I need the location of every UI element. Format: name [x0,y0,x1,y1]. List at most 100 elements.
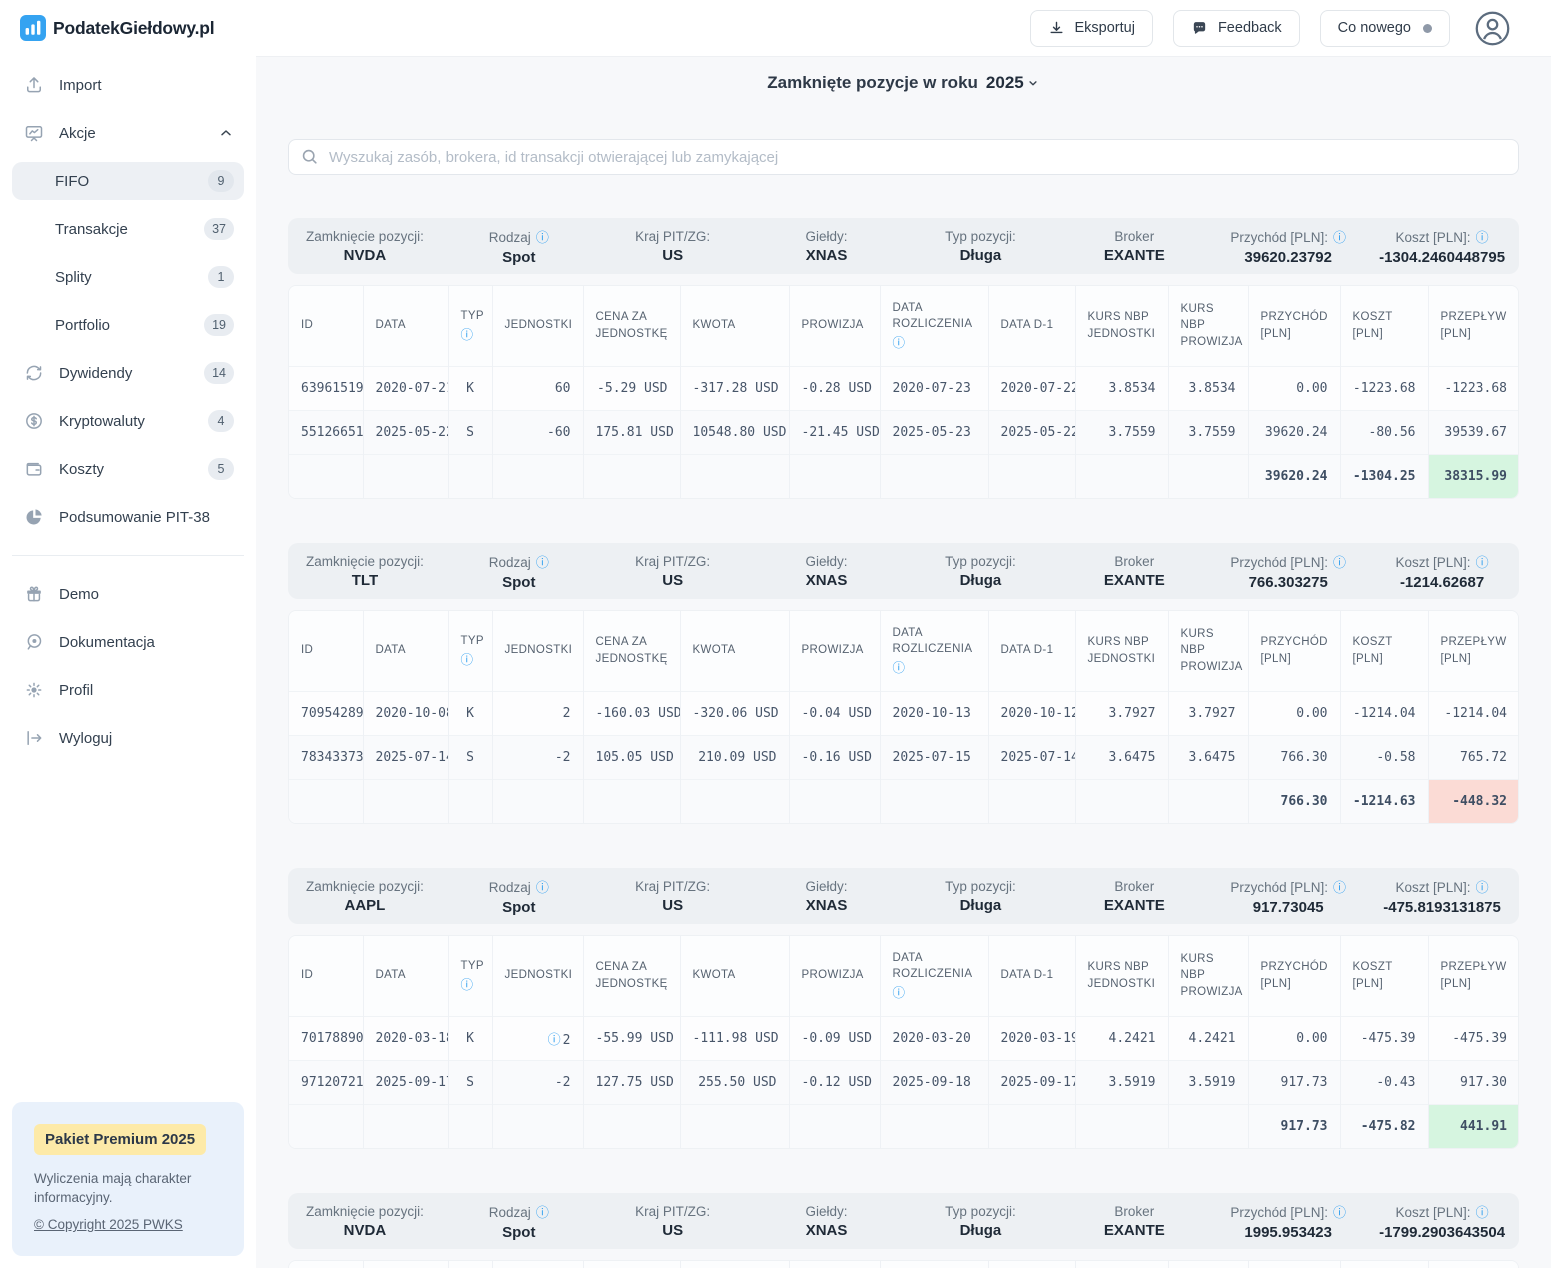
sidebar-item-transakcje[interactable]: Transakcje37 [0,205,256,253]
sidebar-item-label: Koszty [59,461,104,478]
info-icon[interactable]: ⓘ [548,1033,561,1048]
total-cell: 766.30 [1248,779,1340,823]
year-select[interactable]: 2025 [986,73,1040,93]
sidebar-item-akcje[interactable]: Akcje [0,109,256,157]
info-icon[interactable]: ⓘ [893,659,976,677]
total-cell [289,454,363,498]
info-icon[interactable]: ⓘ [536,880,549,895]
meta-label: Przychód [PLN]:ⓘ [1211,552,1365,571]
meta-label: Koszt [PLN]:ⓘ [1365,877,1519,896]
column-header: PRZYCHÓD [PLN] [1248,286,1340,366]
sidebar-item-portfolio[interactable]: Portfolio19 [0,301,256,349]
total-cell: 917.73 [1248,1104,1340,1148]
whats-new-button[interactable]: Co nowego [1320,10,1450,47]
meta-value: EXANTE [1057,1222,1211,1239]
meta-broker: BrokerEXANTE [1057,554,1211,589]
meta-koszt: Koszt [PLN]:ⓘ-1214.62687 [1365,552,1519,591]
total-cell: -1214.63 [1340,779,1428,823]
wallet-icon [24,459,44,479]
info-icon[interactable]: ⓘ [461,651,480,669]
sidebar-item-profil[interactable]: Profil [0,666,256,714]
sidebar-item-wyloguj[interactable]: Wyloguj [0,714,256,762]
meta-label: Giełdy: [750,1204,904,1219]
total-row: 39620.24-1304.2538315.99 [289,454,1519,498]
info-icon[interactable]: ⓘ [1476,1205,1489,1220]
column-header: KURS NBP PROWIZJA [1168,611,1248,691]
info-icon[interactable]: ⓘ [1333,880,1346,895]
cell: 2025-07-15 [880,735,988,779]
total-cell: -475.82 [1340,1104,1428,1148]
total-cell [448,1104,492,1148]
sidebar-item-dokumentacja[interactable]: Dokumentacja [0,618,256,666]
search-input[interactable] [288,139,1519,175]
info-icon[interactable]: ⓘ [1333,1205,1346,1220]
info-icon[interactable]: ⓘ [1476,230,1489,245]
column-header: PRZEPŁYW [PLN] [1428,1261,1519,1268]
info-icon[interactable]: ⓘ [1333,230,1346,245]
position-meta-band: Zamknięcie pozycji:AAPLRodzajⓘSpotKraj P… [288,868,1519,924]
info-icon[interactable]: ⓘ [536,555,549,570]
meta-value: -1799.2903643504 [1365,1224,1519,1241]
column-header: CENA ZA JEDNOSTKĘ [583,936,680,1016]
cell: 70954289 [289,691,363,735]
transactions-table: IDDATATYPⓘJEDNOSTKICENA ZA JEDNOSTKĘKWOT… [288,285,1519,499]
cell: 765.72 [1428,735,1519,779]
info-icon[interactable]: ⓘ [1333,555,1346,570]
sidebar-item-import[interactable]: Import [0,61,256,109]
total-cell: 39620.24 [1248,454,1340,498]
sidebar-item-fifo[interactable]: FIFO9 [12,162,244,200]
copyright-link[interactable]: © Copyright 2025 PWKS [34,1217,183,1232]
cell: ⓘ2 [492,1016,583,1060]
meta-close: Zamknięcie pozycji:NVDA [288,229,442,264]
meta-value: EXANTE [1057,897,1211,914]
cell: 3.7559 [1168,410,1248,454]
sidebar-item-splity[interactable]: Splity1 [0,253,256,301]
info-icon[interactable]: ⓘ [1476,880,1489,895]
sidebar-item-label: Akcje [59,125,96,142]
cell: -5.29 USD [583,366,680,410]
cell: -1223.68 [1428,366,1519,410]
meta-value: Długa [904,247,1058,264]
avatar[interactable] [1474,10,1511,47]
column-header: KURS NBP JEDNOSTKI [1075,1261,1168,1268]
cell: 3.6475 [1168,735,1248,779]
column-header: PROWIZJA [789,611,880,691]
position-meta-band: Zamknięcie pozycji:TLTRodzajⓘSpotKraj PI… [288,543,1519,599]
meta-gieldy: Giełdy:XNAS [750,554,904,589]
premium-box: Pakiet Premium 2025 Wyliczenia mają char… [12,1102,244,1256]
total-row: 766.30-1214.63-448.32 [289,779,1519,823]
cell: 2020-07-23 [880,366,988,410]
sidebar-item-dywidendy[interactable]: Dywidendy14 [0,349,256,397]
sidebar-item-kryptowaluty[interactable]: Kryptowaluty4 [0,397,256,445]
sidebar-item-koszty[interactable]: Koszty5 [0,445,256,493]
meta-value: -1304.2460448795 [1365,249,1519,266]
cell: 63961519 [289,366,363,410]
export-button[interactable]: Eksportuj [1030,10,1153,47]
column-header: DATA D-1 [988,1261,1075,1268]
info-icon[interactable]: ⓘ [461,976,480,994]
column-header: CENA ZA JEDNOSTKĘ [583,286,680,366]
cell: -475.39 [1428,1016,1519,1060]
meta-value: NVDA [288,247,442,264]
feedback-button[interactable]: Feedback [1173,10,1300,47]
sidebar-item-podsumowanie-pit-38[interactable]: Podsumowanie PIT-38 [0,493,256,541]
meta-value: AAPL [288,897,442,914]
count-badge: 4 [208,410,234,432]
info-icon[interactable]: ⓘ [536,1205,549,1220]
meta-kraj: Kraj PIT/ZG:US [596,1204,750,1239]
column-header: DATA D-1 [988,611,1075,691]
premium-badge: Pakiet Premium 2025 [34,1124,206,1155]
cell: -475.39 [1340,1016,1428,1060]
brand[interactable]: PodatekGiełdowy.pl [0,0,256,41]
total-cell [789,779,880,823]
sidebar: PodatekGiełdowy.pl Import Akcje FIFO9 Trans… [0,0,256,1268]
sidebar-item-demo[interactable]: Demo [0,570,256,618]
info-icon[interactable]: ⓘ [461,326,480,344]
meta-value: 917.73045 [1211,899,1365,916]
sidebar-divider [12,555,244,556]
info-icon[interactable]: ⓘ [536,230,549,245]
info-icon[interactable]: ⓘ [893,334,976,352]
info-icon[interactable]: ⓘ [1476,555,1489,570]
sidebar-item-label: Splity [55,269,92,286]
info-icon[interactable]: ⓘ [893,984,976,1002]
